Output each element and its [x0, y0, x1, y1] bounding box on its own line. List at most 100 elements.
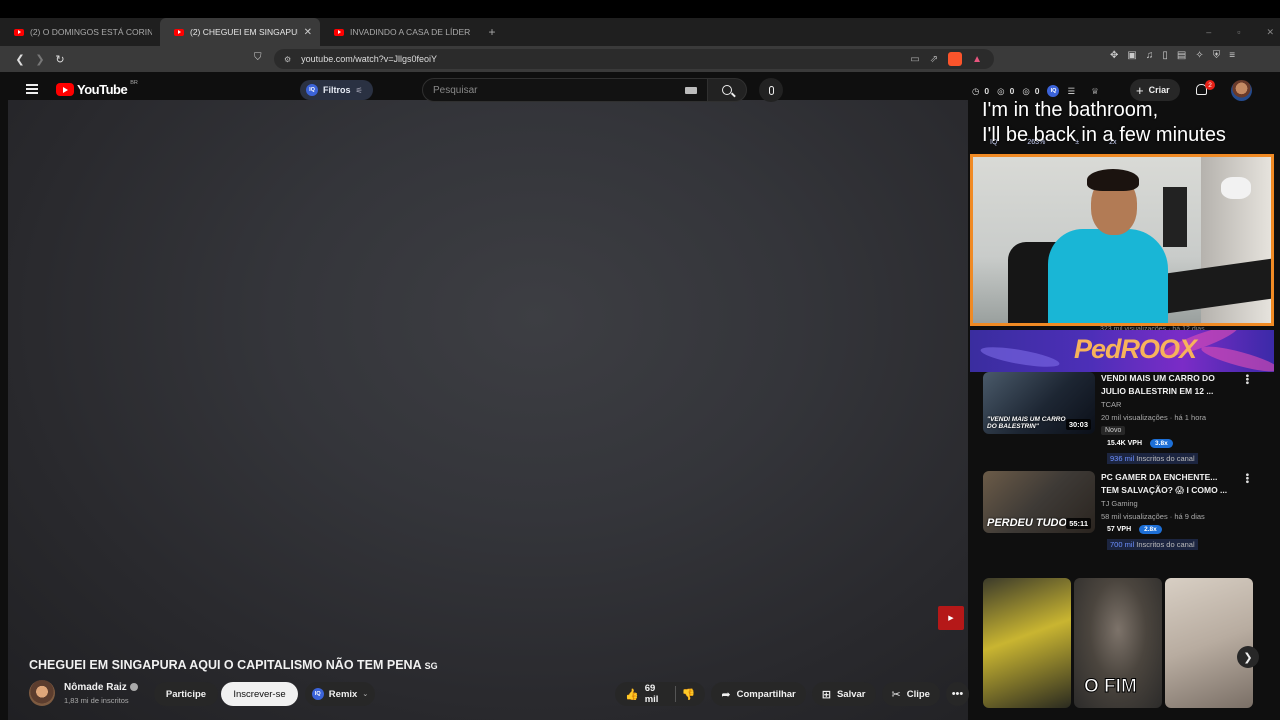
sidebar-icon[interactable]: ▯	[1162, 50, 1168, 61]
extension-screenshot-icon[interactable]: ▣	[1127, 50, 1136, 61]
new-tab-button[interactable]: +	[480, 18, 504, 46]
clip-button[interactable]: ✂ Clipe	[881, 682, 940, 706]
recommendation-item[interactable]: "VENDI MAIS UM CARRO DO BALESTRIN" 30:03…	[983, 372, 1253, 464]
like-count[interactable]: 69 mil	[645, 683, 669, 705]
remix-label: Remix	[328, 688, 358, 700]
list-icon[interactable]: ☰	[1067, 86, 1075, 97]
vph-multiplier: 2.8x	[1139, 525, 1162, 534]
short-overlay-text: O FIM	[1084, 676, 1138, 698]
create-label: Criar	[1148, 85, 1170, 95]
join-button[interactable]: Participe	[154, 682, 218, 706]
chevron-down-icon: ⌄	[362, 691, 369, 698]
share-button[interactable]: ➦ Compartilhar	[711, 682, 806, 706]
rec-meta: 58 mil visualizações · há 9 dias	[1101, 512, 1205, 521]
filters-button[interactable]: IQ Filtros ⚟	[300, 80, 373, 100]
minimize-button[interactable]: –	[1206, 27, 1211, 37]
share-page-icon[interactable]: ⇗	[930, 54, 938, 65]
brave-shield-icon[interactable]	[948, 52, 963, 66]
short-item[interactable]	[1165, 578, 1253, 708]
subs-number: 936 mil	[1110, 454, 1135, 463]
more-options-icon[interactable]: •••	[1241, 374, 1252, 385]
youtube-favicon-icon	[174, 28, 184, 36]
subscribe-button[interactable]: Inscrever-se	[221, 682, 298, 706]
iq-extension-icon[interactable]: IQ	[1047, 85, 1060, 97]
youtube-favicon-icon	[334, 28, 344, 36]
share-label: Compartilhar	[736, 688, 796, 700]
more-options-icon[interactable]: •••	[1241, 473, 1252, 484]
back-icon[interactable]: ❮	[10, 53, 30, 66]
remix-button[interactable]: IQ Remix ⌄	[305, 682, 375, 706]
channel-avatar[interactable]	[29, 680, 55, 706]
banner-logo-text: PedROOX	[1074, 334, 1197, 364]
video-player[interactable]	[8, 100, 968, 720]
search-button[interactable]	[707, 78, 747, 102]
flag-emoji: SG	[424, 661, 438, 671]
vph-stats: 15.4K VPH 3.8x	[1107, 439, 1173, 448]
menu-icon[interactable]: ≡	[1229, 50, 1235, 61]
youtube-page: YouTube BR IQ Filtros ⚟ Pesquisar ◷ 0 ◎ 0 …	[0, 72, 1280, 720]
microphone-icon	[768, 85, 774, 95]
tab-title: (2) CHEGUEI EM SINGAPURA AQUI O	[190, 27, 298, 37]
short-item[interactable]: O FIM	[1074, 578, 1162, 708]
tab-bar: (2) O DOMINGOS ESTÁ CORINGANDO (2) CHEGU…	[0, 18, 1280, 46]
address-bar: ❮ ❯ ↻ ⛉ ⚙ youtube.com/watch?v=Jllgs0feoi…	[0, 46, 1280, 72]
cast-icon[interactable]: ▭	[910, 54, 919, 65]
short-item[interactable]	[983, 578, 1071, 708]
tab-close-icon[interactable]: ✕	[304, 27, 312, 38]
stat-watch[interactable]: ◎ 0	[997, 86, 1014, 97]
forward-icon[interactable]: ❯	[30, 53, 50, 66]
vph-value: 57 VPH	[1107, 526, 1132, 533]
tab-cartel[interactable]: INVADINDO A CASA DE LÍDER DO CARTEL	[320, 18, 480, 46]
rec-channel[interactable]: TCAR	[1101, 400, 1121, 409]
url-field[interactable]: ⚙ youtube.com/watch?v=Jllgs0feoiY ▭ ⇗ ▲	[274, 49, 994, 69]
thumbnail-text: "VENDI MAIS UM CARRO DO BALESTRIN"	[987, 416, 1066, 430]
subs-label: Inscritos do canal	[1134, 540, 1195, 549]
channel-name[interactable]: Nômade Raiz	[64, 682, 138, 693]
like-icon[interactable]: 👍	[625, 688, 639, 701]
plus-icon: +	[1136, 82, 1144, 98]
more-actions-button[interactable]: •••	[945, 682, 969, 706]
save-label: Salvar	[836, 688, 866, 700]
stat-subs[interactable]: ◎ 0	[1022, 86, 1039, 97]
close-window-button[interactable]: ✕	[1266, 27, 1274, 38]
account-avatar[interactable]	[1231, 80, 1252, 101]
video-owner-row: Nômade Raiz 1,83 mi de inscritos Partici…	[29, 680, 969, 708]
vpn-icon[interactable]: ⛨	[1213, 50, 1221, 61]
video-thumbnail[interactable]: "VENDI MAIS UM CARRO DO BALESTRIN" 30:03	[983, 372, 1095, 434]
reload-icon[interactable]: ↻	[50, 53, 70, 66]
rec-channel[interactable]: TJ Gaming	[1101, 499, 1138, 508]
notification-badge: 2	[1205, 80, 1215, 90]
bookmark-icon[interactable]: ⛉	[254, 52, 262, 63]
tab-singapura[interactable]: (2) CHEGUEI EM SINGAPURA AQUI O ✕	[160, 18, 320, 46]
rec-title[interactable]: VENDI MAIS UM CARRO DO JULIO BALESTRIN E…	[1101, 372, 1235, 398]
youtube-play-icon	[56, 83, 74, 96]
tab-title: (2) O DOMINGOS ESTÁ CORINGANDO	[30, 27, 152, 37]
recommendation-item[interactable]: PERDEU TUDO 55:11 PC GAMER DA ENCHENTE..…	[983, 471, 1253, 550]
search-input[interactable]: Pesquisar	[422, 78, 708, 102]
video-title: CHEGUEI EM SINGAPURA AQUI O CAPITALISMO …	[29, 658, 438, 672]
brave-rewards-icon[interactable]: ▲	[972, 54, 982, 65]
clock-icon: ◷	[972, 85, 980, 96]
filters-label: Filtros	[323, 85, 351, 95]
maximize-button[interactable]: ▫	[1237, 27, 1240, 37]
music-icon[interactable]: ♫	[1146, 50, 1154, 61]
dislike-icon[interactable]: 👎	[682, 688, 696, 701]
tab-domingos[interactable]: (2) O DOMINGOS ESTÁ CORINGANDO	[0, 18, 160, 46]
leo-ai-icon[interactable]: ✧	[1195, 50, 1203, 61]
rec-title[interactable]: PC GAMER DA ENCHENTE... TEM SALVAÇÃO? 😱 …	[1101, 471, 1235, 497]
duration-badge: 55:11	[1066, 518, 1091, 529]
video-thumbnail[interactable]: PERDEU TUDO 55:11	[983, 471, 1095, 533]
keyboard-icon[interactable]	[685, 86, 697, 94]
duration-badge: 30:03	[1065, 419, 1091, 430]
wallet-icon[interactable]: ▤	[1177, 50, 1186, 61]
extension-puzzle-icon[interactable]: ✥	[1110, 50, 1118, 61]
site-info-icon[interactable]: ⚙	[284, 55, 291, 64]
trophy-icon[interactable]: ♕	[1091, 86, 1099, 97]
save-button[interactable]: ⊞ Salvar	[811, 682, 876, 706]
stat-views[interactable]: ◷ 0	[972, 86, 989, 97]
youtube-logo[interactable]: YouTube BR	[56, 80, 138, 97]
hamburger-menu-icon[interactable]	[26, 84, 38, 94]
voice-search-button[interactable]	[759, 78, 783, 102]
shorts-next-button[interactable]: ❯	[1237, 646, 1259, 668]
channel-watermark-icon[interactable]: ▶	[938, 606, 964, 630]
